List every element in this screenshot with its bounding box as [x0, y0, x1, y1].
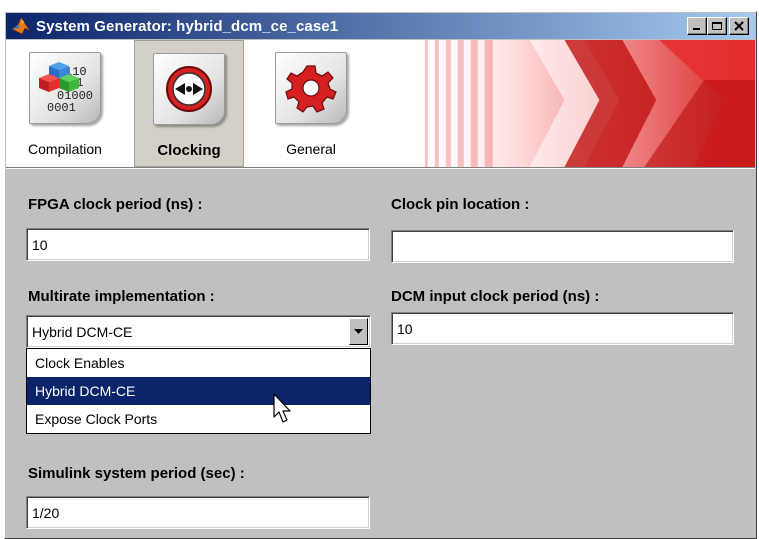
close-button[interactable] — [729, 17, 749, 35]
minimize-button[interactable] — [687, 17, 707, 35]
fpga-clock-period-field[interactable]: 10 — [26, 228, 370, 261]
clock-pin-location-label: Clock pin location : — [391, 196, 530, 213]
option-clock-enables[interactable]: Clock Enables — [27, 349, 370, 377]
toolbar-label-compilation: Compilation — [28, 141, 102, 157]
maximize-button[interactable] — [707, 17, 727, 35]
matlab-logo-icon — [10, 15, 32, 37]
clocking-icon — [153, 53, 225, 125]
multirate-implementation-combobox[interactable]: Hybrid DCM-CE — [26, 315, 371, 348]
fpga-clock-period-label: FPGA clock period (ns) : — [28, 196, 203, 213]
multirate-implementation-value: Hybrid DCM-CE — [32, 324, 133, 340]
minimize-icon — [693, 28, 700, 30]
svg-text:0001: 0001 — [47, 101, 76, 115]
system-generator-window: System Generator: hybrid_dcm_ce_case1 11… — [4, 11, 757, 539]
dcm-input-clock-period-label: DCM input clock period (ns) : — [391, 288, 600, 305]
toolbar-item-clocking[interactable]: Clocking — [134, 40, 244, 167]
close-icon — [734, 21, 744, 31]
compilation-icon: 110 11 01000 0001 — [29, 52, 101, 124]
multirate-implementation-label: Multirate implementation : — [28, 288, 215, 305]
toolbar-item-compilation[interactable]: 110 11 01000 0001 Compilation — [10, 40, 120, 167]
general-icon — [275, 52, 347, 124]
title-bar[interactable]: System Generator: hybrid_dcm_ce_case1 — [6, 13, 755, 39]
multirate-options-list: Clock Enables Hybrid DCM-CE Expose Clock… — [26, 348, 371, 434]
dropdown-arrow-button[interactable] — [349, 318, 368, 345]
toolbar-item-general[interactable]: General — [256, 40, 366, 167]
toolbar-label-clocking: Clocking — [157, 142, 221, 159]
category-toolbar: 110 11 01000 0001 Compilation — [6, 40, 755, 167]
clock-pin-location-field[interactable] — [391, 230, 734, 263]
toolbar-label-general: General — [286, 141, 336, 157]
option-hybrid-dcm-ce[interactable]: Hybrid DCM-CE — [27, 377, 370, 405]
chevron-down-icon — [354, 328, 363, 334]
window-title: System Generator: hybrid_dcm_ce_case1 — [36, 17, 339, 35]
option-expose-clock-ports[interactable]: Expose Clock Ports — [27, 405, 370, 433]
simulink-system-period-label: Simulink system period (sec) : — [28, 465, 245, 482]
mouse-pointer-icon — [273, 393, 291, 423]
maximize-icon — [712, 22, 722, 30]
dcm-input-clock-period-field[interactable]: 10 — [391, 312, 734, 345]
toolbar-divider — [6, 167, 755, 169]
simulink-system-period-field[interactable]: 1/20 — [26, 496, 370, 529]
